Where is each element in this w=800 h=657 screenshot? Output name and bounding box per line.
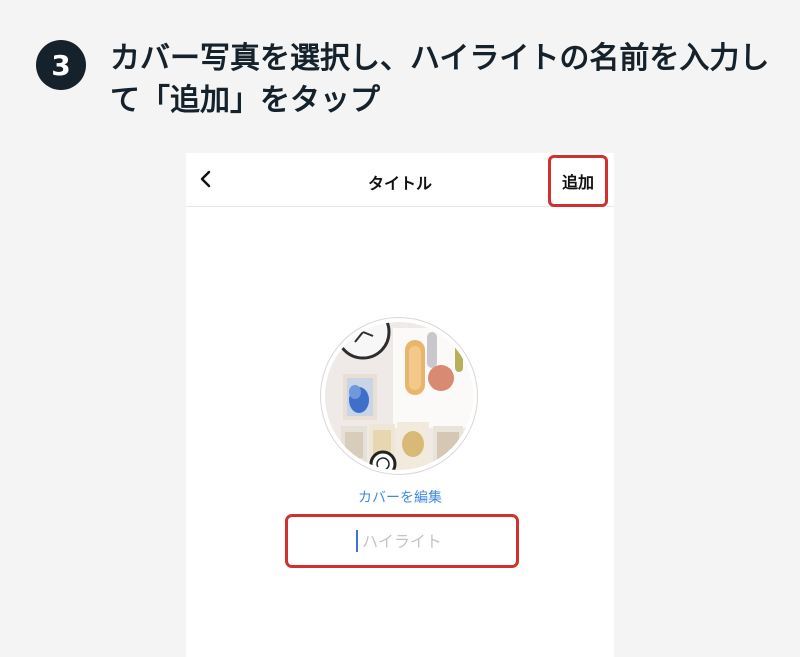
navigation-bar: タイトル 追加 (186, 153, 614, 207)
edit-cover-link[interactable]: カバーを編集 (186, 487, 614, 507)
phone-screen: タイトル 追加 カバーを編集 ハイライト (186, 153, 614, 657)
cover-collage-image (325, 322, 473, 470)
step-number-badge: 3 (36, 40, 86, 90)
add-button[interactable]: 追加 (548, 155, 608, 207)
highlight-name-field (285, 514, 519, 568)
step-instruction: カバー写真を選択し、ハイライトの名前を入力して「追加」をタップ (110, 41, 770, 118)
highlight-name-input[interactable] (288, 517, 516, 565)
text-caret (356, 530, 358, 552)
cover-photo[interactable] (320, 317, 478, 475)
